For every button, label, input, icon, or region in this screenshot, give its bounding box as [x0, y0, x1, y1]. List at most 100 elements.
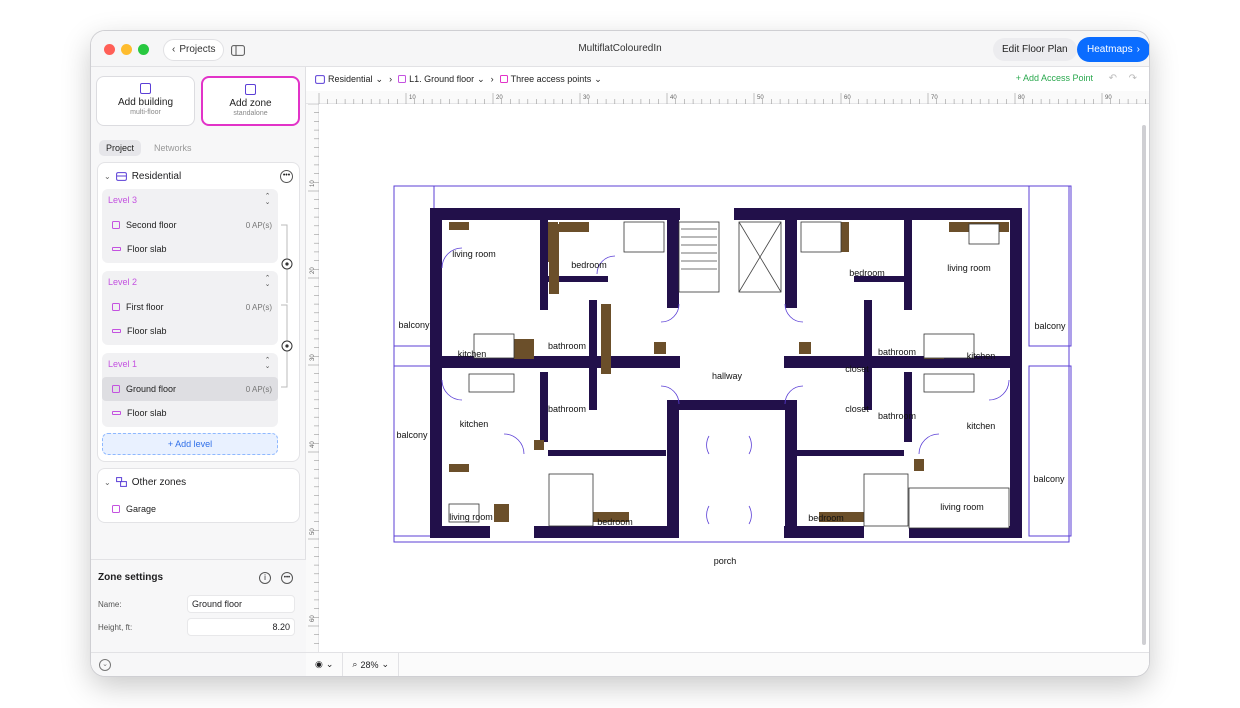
breadcrumb-building[interactable]: Residential ⌄ [315, 74, 383, 85]
zone-settings: Zone settings i ••• Name: Ground floor H… [91, 559, 306, 676]
add-building-button[interactable]: Add building multi-floor [96, 76, 195, 126]
chevron-down-icon: ⌄ [104, 477, 111, 487]
breadcrumb-view-label: Three access points [510, 74, 592, 84]
tab-project[interactable]: Project [99, 140, 142, 156]
level-title[interactable]: Level 1 [108, 359, 137, 369]
tab-networks[interactable]: Networks [147, 140, 199, 156]
floor-plan: living room bedroom bedroom living room … [393, 185, 1072, 566]
sidebar: Add building multi-floor Add zone standa… [91, 67, 306, 676]
room-label: balcony [398, 320, 430, 330]
room-label: porch [714, 556, 737, 566]
edit-floor-plan-button[interactable]: Edit Floor Plan [993, 38, 1077, 61]
room-label: bathroom [878, 411, 916, 421]
zone-item[interactable]: First floor 0 AP(s) [102, 295, 278, 319]
minimize-window-button[interactable] [121, 44, 132, 55]
add-level-button[interactable]: + Add level [102, 433, 278, 455]
close-window-button[interactable] [104, 44, 115, 55]
zoom-control[interactable]: ⌕ 28% ⌄ [343, 652, 400, 676]
vertical-scrollbar[interactable] [1142, 125, 1146, 645]
chevron-right-icon: › [1136, 44, 1140, 55]
add-access-point-button[interactable]: + Add Access Point [1016, 73, 1093, 83]
zone-label: Second floor [126, 220, 177, 230]
breadcrumb-view[interactable]: Three access points ⌄ [499, 74, 602, 85]
add-building-title: Add building [117, 97, 174, 108]
building-icon [115, 172, 127, 181]
slab-label: Floor slab [127, 408, 167, 418]
zoom-window-button[interactable] [138, 44, 149, 55]
other-zones-row[interactable]: ⌄ Other zones [98, 474, 299, 490]
back-label: Projects [179, 44, 216, 55]
collapse-chevron-icon[interactable]: ⌄ [99, 659, 111, 671]
room-label: bedroom [597, 517, 633, 527]
building-name: Residential [131, 170, 182, 182]
ap-count: 0 AP(s) [245, 220, 272, 230]
building-tree: ⌄ Residential ••• Level 3 ⌃ ⌄ Second floo… [97, 162, 300, 462]
breadcrumb-building-label: Residential [328, 74, 373, 84]
more-options-icon[interactable]: ••• [281, 572, 293, 584]
eye-icon: ◉ [315, 659, 323, 669]
app-window: ‹ Projects MultiflatColouredIn Edit Floo… [91, 31, 1149, 676]
heatmaps-label: Heatmaps [1087, 44, 1133, 55]
chevron-right-icon: › [389, 74, 393, 84]
zoom-level: 28% [360, 659, 379, 670]
room-label: bathroom [548, 341, 586, 351]
redo-icon[interactable]: ↷ [1129, 73, 1137, 84]
level-1: Level 1 ⌃ ⌄ Ground floor 0 AP(s) Floor sla… [102, 353, 278, 427]
ruler-label: 20 [496, 95, 503, 101]
sidebar-tabs: Project Networks [99, 140, 199, 156]
level-stepper-icon[interactable]: ⌃ ⌄ [263, 275, 272, 288]
level-3: Level 3 ⌃ ⌄ Second floor 0 AP(s) Floor sla… [102, 189, 278, 263]
add-zone-button[interactable]: Add zone standalone [201, 76, 300, 126]
room-label: living room [449, 512, 493, 522]
breadcrumb-level[interactable]: L1. Ground floor ⌄ [398, 74, 485, 85]
add-zone-title: Add zone [229, 98, 272, 109]
zone-height-input[interactable]: 8.20 [187, 618, 295, 636]
zone-icon [112, 303, 120, 311]
room-label: living room [947, 263, 991, 273]
zones-icon [115, 477, 127, 487]
more-options-icon[interactable]: ••• [280, 169, 293, 183]
floor-plan-canvas[interactable]: living room bedroom bedroom living room … [319, 104, 1143, 652]
room-label: bedroom [849, 268, 885, 278]
sidebar-icon [231, 44, 245, 56]
level-stepper-icon[interactable]: ⌃ ⌄ [263, 193, 272, 206]
other-zones-title: Other zones [131, 476, 187, 488]
window-title: MultiflatColouredIn [578, 43, 662, 54]
visibility-toggle[interactable]: ◉ ⌄ [306, 652, 344, 676]
level-title[interactable]: Level 2 [108, 277, 137, 287]
slab-label: Floor slab [127, 326, 167, 336]
zone-item-selected[interactable]: Ground floor 0 AP(s) [102, 377, 278, 401]
toggle-sidebar-button[interactable] [227, 39, 249, 61]
building-icon [140, 83, 151, 94]
chevron-right-icon: › [490, 74, 494, 84]
zone-name-input[interactable]: Ground floor [187, 595, 295, 613]
breadcrumb-level-label: L1. Ground floor [409, 74, 475, 84]
bottom-bar: ◉ ⌄ ⌕ 28% ⌄ [306, 652, 1149, 676]
room-label: balcony [396, 430, 428, 440]
ruler-label: 20 [310, 267, 316, 274]
info-icon[interactable]: i [259, 572, 271, 584]
slab-item[interactable]: Floor slab [102, 401, 278, 425]
level-stepper-icon[interactable]: ⌃ ⌄ [263, 357, 272, 370]
room-label: bathroom [878, 347, 916, 357]
heatmaps-button[interactable]: Heatmaps › [1077, 37, 1149, 62]
add-zone-subtitle: standalone [233, 110, 268, 117]
zone-settings-title: Zone settings [98, 572, 164, 583]
vertical-ruler-ticks: 10 20 30 40 50 60 [308, 103, 319, 644]
zone-item-garage[interactable]: Garage [102, 497, 278, 521]
undo-icon[interactable]: ↶ [1109, 73, 1117, 84]
vertical-ruler: 10 20 30 40 50 60 [306, 103, 319, 652]
horizontal-ruler-ticks: 10 20 30 40 50 60 70 80 90 [318, 93, 1146, 104]
slab-label: Floor slab [127, 244, 167, 254]
slab-item[interactable]: Floor slab [102, 237, 278, 261]
room-label: closet [845, 404, 869, 414]
room-label: closet [845, 364, 869, 374]
room-label: living room [940, 502, 984, 512]
room-label: kitchen [967, 421, 996, 431]
room-label: balcony [1033, 474, 1065, 484]
back-to-projects-button[interactable]: ‹ Projects [163, 39, 225, 61]
level-title[interactable]: Level 3 [108, 195, 137, 205]
building-row[interactable]: ⌄ Residential ••• [98, 168, 299, 184]
zone-item[interactable]: Second floor 0 AP(s) [102, 213, 278, 237]
slab-item[interactable]: Floor slab [102, 319, 278, 343]
